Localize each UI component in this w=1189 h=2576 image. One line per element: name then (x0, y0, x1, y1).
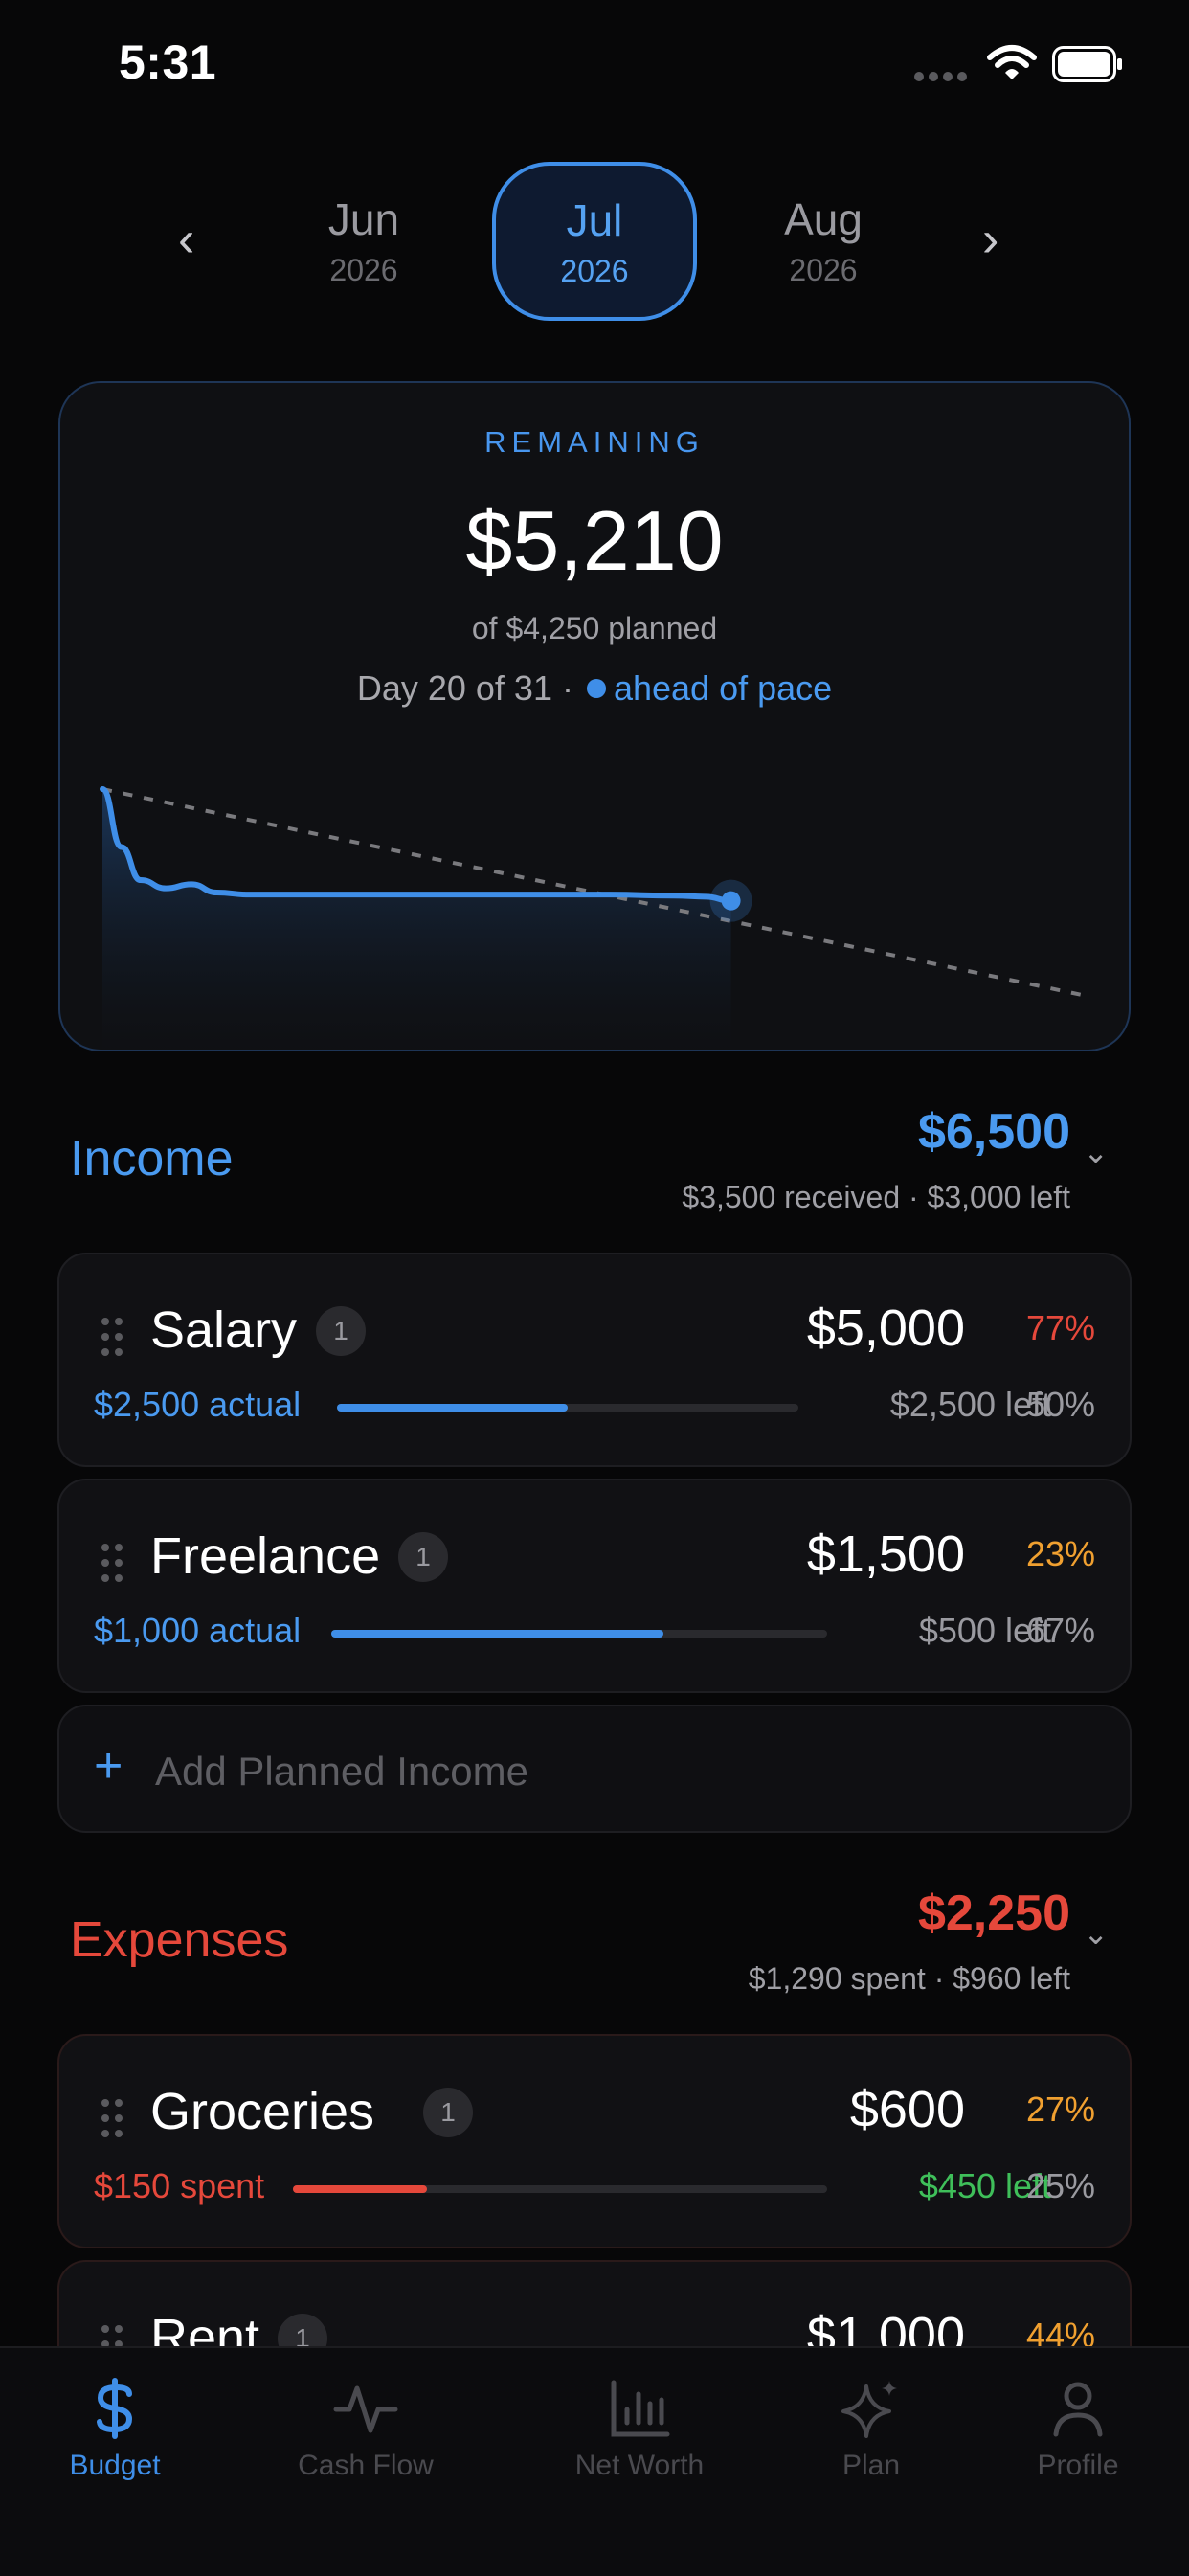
item-share: 27% (1025, 2090, 1095, 2129)
item-actual: $1,000 actual (94, 1611, 302, 1650)
item-progress-bar (331, 1630, 827, 1638)
cellular-signal-icon (914, 69, 972, 81)
bar-chart-icon (611, 2380, 670, 2437)
item-amount: $1,500 (806, 1525, 965, 1583)
item-amount: $5,000 (806, 1299, 965, 1357)
item-progress-pct: 50% (1025, 1385, 1095, 1424)
tab-net-worth[interactable]: Net Worth (534, 2375, 745, 2482)
tab-label: Net Worth (574, 2450, 705, 2481)
month-name: Jun (327, 194, 400, 244)
item-count-badge: 1 (398, 1532, 448, 1582)
today-marker (721, 891, 741, 911)
item-progress-bar (337, 1404, 798, 1412)
tab-bar: Budget Cash Flow Net Worth Plan Profile (0, 2346, 1189, 2576)
tab-plan[interactable]: Plan (766, 2375, 976, 2482)
month-aug[interactable]: Aug 2026 (718, 193, 929, 288)
drag-handle-icon[interactable] (101, 2099, 123, 2137)
dollar-icon (97, 2378, 133, 2439)
burn-down-chart (100, 786, 1088, 1050)
month-name: Jul (566, 194, 623, 245)
item-count-badge: 1 (423, 2088, 473, 2137)
income-item-salary[interactable]: Salary 1 $5,000 77% $2,500 actual $2,500… (57, 1253, 1132, 1467)
tab-cash-flow[interactable]: Cash Flow (260, 2375, 471, 2482)
remaining-amount: $5,210 (465, 493, 724, 588)
actual-spend-line (100, 786, 734, 904)
item-spent: $150 spent (94, 2166, 265, 2205)
item-name: Groceries (150, 2083, 375, 2140)
item-progress-pct: 67% (1025, 1611, 1095, 1650)
item-progress-fill (293, 2185, 427, 2193)
month-jun[interactable]: Jun 2026 (258, 193, 469, 288)
income-title: Income (70, 1131, 234, 1186)
item-left: $2,500 left (889, 1385, 1051, 1424)
drag-handle-icon[interactable] (101, 1318, 123, 1356)
month-year: 2026 (329, 253, 398, 287)
income-collapse-chevron-icon[interactable]: ⌄ (1083, 1134, 1109, 1170)
item-amount: $600 (849, 2081, 965, 2138)
drag-handle-icon[interactable] (101, 1544, 123, 1582)
item-actual: $2,500 actual (94, 1385, 302, 1424)
add-planned-income-button[interactable]: + Add Planned Income (57, 1705, 1132, 1833)
expense-item-groceries[interactable]: Groceries 1 $600 27% $150 spent $450 lef… (57, 2034, 1132, 2248)
remaining-card[interactable]: REMAINING $5,210 of $4,250 planned Day 2… (58, 381, 1131, 1051)
item-share: 77% (1025, 1308, 1095, 1347)
income-item-freelance[interactable]: Freelance 1 $1,500 23% $1,000 actual $50… (57, 1479, 1132, 1693)
item-count-badge: 1 (316, 1306, 366, 1356)
month-name: Aug (784, 194, 863, 244)
status-time: 5:31 (119, 35, 217, 89)
pulse-icon (333, 2385, 398, 2433)
add-planned-income-label: Add Planned Income (155, 1749, 528, 1794)
item-progress-pct: 25% (1025, 2166, 1095, 2205)
expenses-total: $2,250 (917, 1886, 1070, 1941)
expenses-title: Expenses (70, 1912, 289, 1968)
item-left: $450 left (918, 2166, 1051, 2205)
month-jul-selected[interactable]: Jul 2026 (492, 162, 697, 321)
tab-budget[interactable]: Budget (10, 2375, 220, 2482)
tab-label: Cash Flow (298, 2450, 434, 2481)
pace-dot-icon (586, 679, 606, 698)
wifi-icon (987, 45, 1037, 79)
tab-label: Plan (841, 2450, 901, 2481)
month-year: 2026 (560, 253, 629, 288)
item-progress-fill (331, 1630, 664, 1638)
item-progress-bar (293, 2185, 827, 2193)
planned-total: of $4,250 planned (471, 611, 718, 645)
tab-profile[interactable]: Profile (973, 2375, 1183, 2482)
item-name: Salary (150, 1301, 298, 1359)
item-share: 23% (1025, 1534, 1095, 1573)
prev-month-chevron-icon[interactable]: ‹ (178, 211, 194, 268)
next-month-chevron-icon[interactable]: › (982, 211, 998, 268)
item-progress-fill (337, 1404, 568, 1412)
tab-label: Budget (69, 2450, 161, 2481)
battery-icon (1052, 46, 1122, 82)
remaining-label: REMAINING (484, 425, 705, 459)
actual-area (102, 789, 731, 1050)
person-icon (1053, 2382, 1103, 2437)
item-name: Freelance (150, 1527, 381, 1585)
pace-status: Day 20 of 31 · ahead of pace (60, 668, 1129, 709)
pace-text: ahead of pace (613, 668, 833, 708)
expenses-collapse-chevron-icon[interactable]: ⌄ (1083, 1915, 1109, 1952)
month-year: 2026 (789, 253, 858, 287)
income-total: $6,500 (917, 1104, 1070, 1160)
expenses-summary: $1,290 spent · $960 left (748, 1961, 1070, 1996)
plus-icon: + (94, 1738, 123, 1794)
tab-label: Profile (1037, 2450, 1119, 2481)
day-progress: Day 20 of 31 · (356, 668, 573, 708)
item-left: $500 left (918, 1611, 1051, 1650)
income-summary: $3,500 received · $3,000 left (682, 1180, 1070, 1214)
sparkles-icon (841, 2381, 897, 2438)
